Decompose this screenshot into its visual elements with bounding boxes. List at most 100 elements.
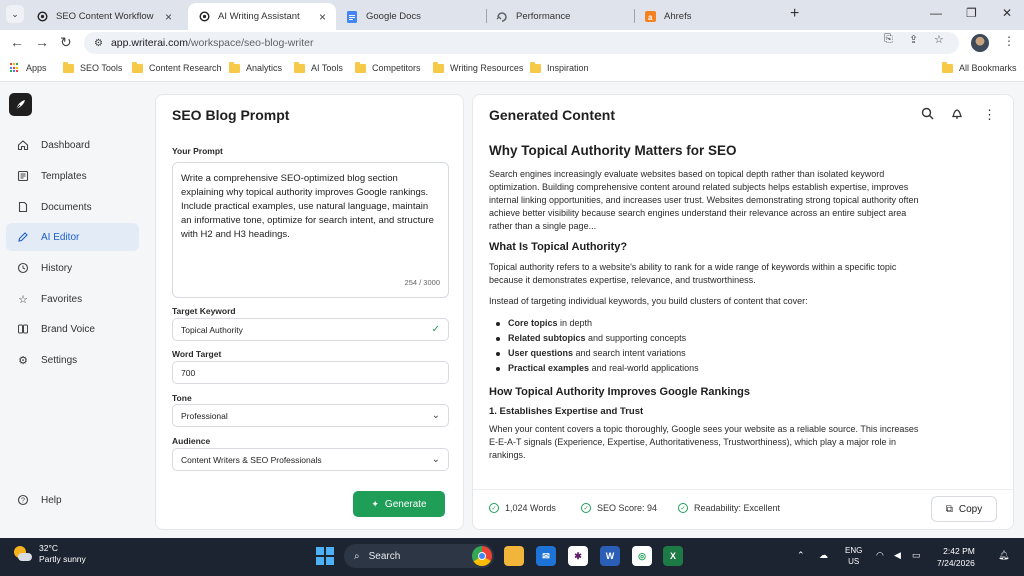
tab-title: Ahrefs [664, 11, 692, 22]
weather-widget[interactable]: 32°C Partly sunny [12, 543, 86, 565]
partly-sunny-icon [12, 544, 32, 564]
battery-icon[interactable]: ▭ [912, 550, 921, 561]
openai-favicon-icon [198, 11, 210, 23]
wifi-icon[interactable]: ◠ [876, 550, 884, 561]
target-keyword-value: Topical Authority [181, 324, 243, 335]
sidebar-item-label: Documents [41, 201, 92, 213]
list-item-text: and search intent variations [573, 348, 686, 358]
bell-icon[interactable] [951, 107, 963, 123]
notification-bell-icon[interactable]: 🔔︎ [998, 550, 1009, 561]
search-icon[interactable] [921, 107, 934, 123]
target-keyword-input[interactable]: Topical Authority ✓ [172, 318, 449, 341]
sidebar-item-dashboard[interactable]: Dashboard [6, 131, 139, 159]
bookmark-seo-tools[interactable]: SEO Tools [63, 61, 123, 73]
all-bookmarks[interactable]: All Bookmarks [942, 61, 1017, 73]
bookmark-analytics[interactable]: Analytics [229, 61, 282, 73]
install-app-icon[interactable]: ⎘ [884, 33, 893, 46]
article-h1: Why Topical Authority Matters for SEO [489, 143, 737, 158]
bookmark-writing-resources[interactable]: Writing Resources [433, 61, 524, 73]
tab-ai-writing-assistant[interactable]: AI Writing Assistant × [188, 3, 336, 30]
slack-icon[interactable]: ✱ [568, 546, 588, 566]
bookmark-label: SEO Tools [80, 63, 123, 73]
address-bar[interactable]: ⚙ app.writerai.com/workspace/seo-blog-wr… [84, 32, 959, 54]
app-logo-icon[interactable] [9, 93, 32, 116]
sidebar-item-templates[interactable]: Templates [6, 162, 139, 190]
folder-icon [433, 61, 444, 73]
share-icon[interactable]: ⇪ [909, 33, 918, 46]
target-keyword-label: Target Keyword [172, 306, 236, 316]
article-paragraph: Topical authority refers to a website's … [489, 262, 897, 285]
system-clock[interactable]: 2:42 PM 7/24/2026 [937, 545, 975, 569]
chrome-icon[interactable] [472, 546, 492, 566]
sidebar-item-help[interactable]: ? Help [6, 486, 139, 514]
browser-menu-icon[interactable]: ⋮ [1003, 34, 1015, 48]
forward-icon[interactable]: → [35, 34, 49, 50]
close-tab-icon[interactable]: × [165, 10, 172, 24]
close-tab-icon[interactable]: × [319, 10, 326, 24]
bookmark-ai-tools[interactable]: AI Tools [294, 61, 343, 73]
generate-button[interactable]: ✦ Generate [353, 491, 445, 517]
cloud-icon[interactable]: ☁ [819, 550, 828, 561]
list-item-text: in depth [557, 318, 593, 328]
show-hidden-icons-icon[interactable]: ⌃ [797, 550, 805, 561]
sidebar-item-ai-editor[interactable]: AI Editor [6, 223, 139, 251]
back-icon[interactable]: ← [10, 34, 24, 50]
sidebar-item-favorites[interactable]: ☆ Favorites [6, 285, 139, 313]
content-stats-bar: ✓ 1,024 Words ✓ SEO Score: 94 ✓ Readability… [473, 489, 1013, 529]
sidebar-item-history[interactable]: History [6, 254, 139, 282]
list-item: Related subtopics and supporting concept… [489, 331, 929, 346]
minimize-icon[interactable]: — [930, 6, 942, 20]
list-item-bold: Core topics [508, 318, 558, 328]
reload-icon[interactable]: ↻ [60, 34, 72, 51]
article-bullet-list: Core topics in depth Related subtopics a… [489, 316, 929, 376]
chevron-down-icon: ⌄ [431, 454, 440, 465]
copy-button[interactable]: ⧉ Copy [931, 496, 997, 522]
restore-icon[interactable]: ❐ [966, 6, 977, 20]
file-explorer-icon[interactable] [504, 546, 524, 566]
prompt-textarea[interactable]: Write a comprehensive SEO-optimized blog… [172, 162, 449, 298]
copy-label: Copy [958, 503, 983, 515]
article-paragraph: Instead of targeting individual keywords… [489, 296, 808, 306]
close-window-icon[interactable]: ✕ [1002, 6, 1012, 20]
bookmark-apps[interactable]: Apps [10, 63, 47, 73]
bookmark-label: All Bookmarks [959, 63, 1017, 73]
new-tab-icon[interactable]: + [790, 5, 799, 23]
article-content: Why Topical Authority Matters for SEO Se… [489, 143, 929, 470]
prompt-label: Your Prompt [172, 146, 223, 156]
list-item: Core topics in depth [489, 316, 929, 331]
mail-icon[interactable]: ✉ [536, 546, 556, 566]
panel-title: Generated Content [489, 107, 616, 123]
excel-icon[interactable]: X [663, 546, 683, 566]
bookmark-content-research[interactable]: Content Research [132, 61, 222, 73]
tab-seo-content-workflow[interactable]: SEO Content Workflow × [26, 3, 182, 30]
chatgpt-app-icon[interactable]: ◎ [632, 546, 652, 566]
word-icon[interactable]: W [600, 546, 620, 566]
bookmark-competitors[interactable]: Competitors [355, 61, 421, 73]
site-info-icon[interactable]: ⚙ [94, 38, 103, 49]
star-icon: ☆ [18, 293, 28, 306]
language-indicator[interactable]: ENG US [845, 545, 862, 567]
audience-select[interactable]: Content Writers & SEO Professionals ⌄ [172, 448, 449, 471]
profile-avatar[interactable] [971, 34, 989, 52]
sidebar-item-settings[interactable]: ⚙ Settings [6, 346, 139, 374]
tab-search-dropdown[interactable]: ⌄ [6, 5, 24, 23]
bookmark-label: Writing Resources [450, 63, 524, 73]
weather-text: 32°C Partly sunny [39, 543, 86, 565]
tone-select[interactable]: Professional ⌄ [172, 404, 449, 427]
tab-google-docs[interactable]: Google Docs [336, 3, 486, 30]
word-target-input[interactable]: 700 [172, 361, 449, 384]
sidebar-item-label: Brand Voice [41, 323, 95, 335]
svg-text:?: ? [21, 498, 25, 505]
volume-icon[interactable]: ◀ [894, 550, 901, 561]
check-icon: ✓ [431, 324, 440, 335]
bookmark-star-icon[interactable]: ☆ [934, 33, 944, 46]
sidebar-item-brand-voice[interactable]: Brand Voice [6, 315, 139, 343]
word-count-stat: ✓ 1,024 Words [489, 503, 556, 513]
more-options-icon[interactable]: ⋮ [983, 107, 996, 123]
article-h2: What Is Topical Authority? [489, 241, 628, 253]
sidebar-item-documents[interactable]: Documents [6, 193, 139, 221]
bookmark-inspiration[interactable]: Inspiration [530, 61, 589, 73]
tab-ahrefs[interactable]: a Ahrefs [634, 3, 784, 30]
tab-performance[interactable]: Performance [486, 3, 634, 30]
windows-start-icon[interactable] [316, 547, 334, 565]
